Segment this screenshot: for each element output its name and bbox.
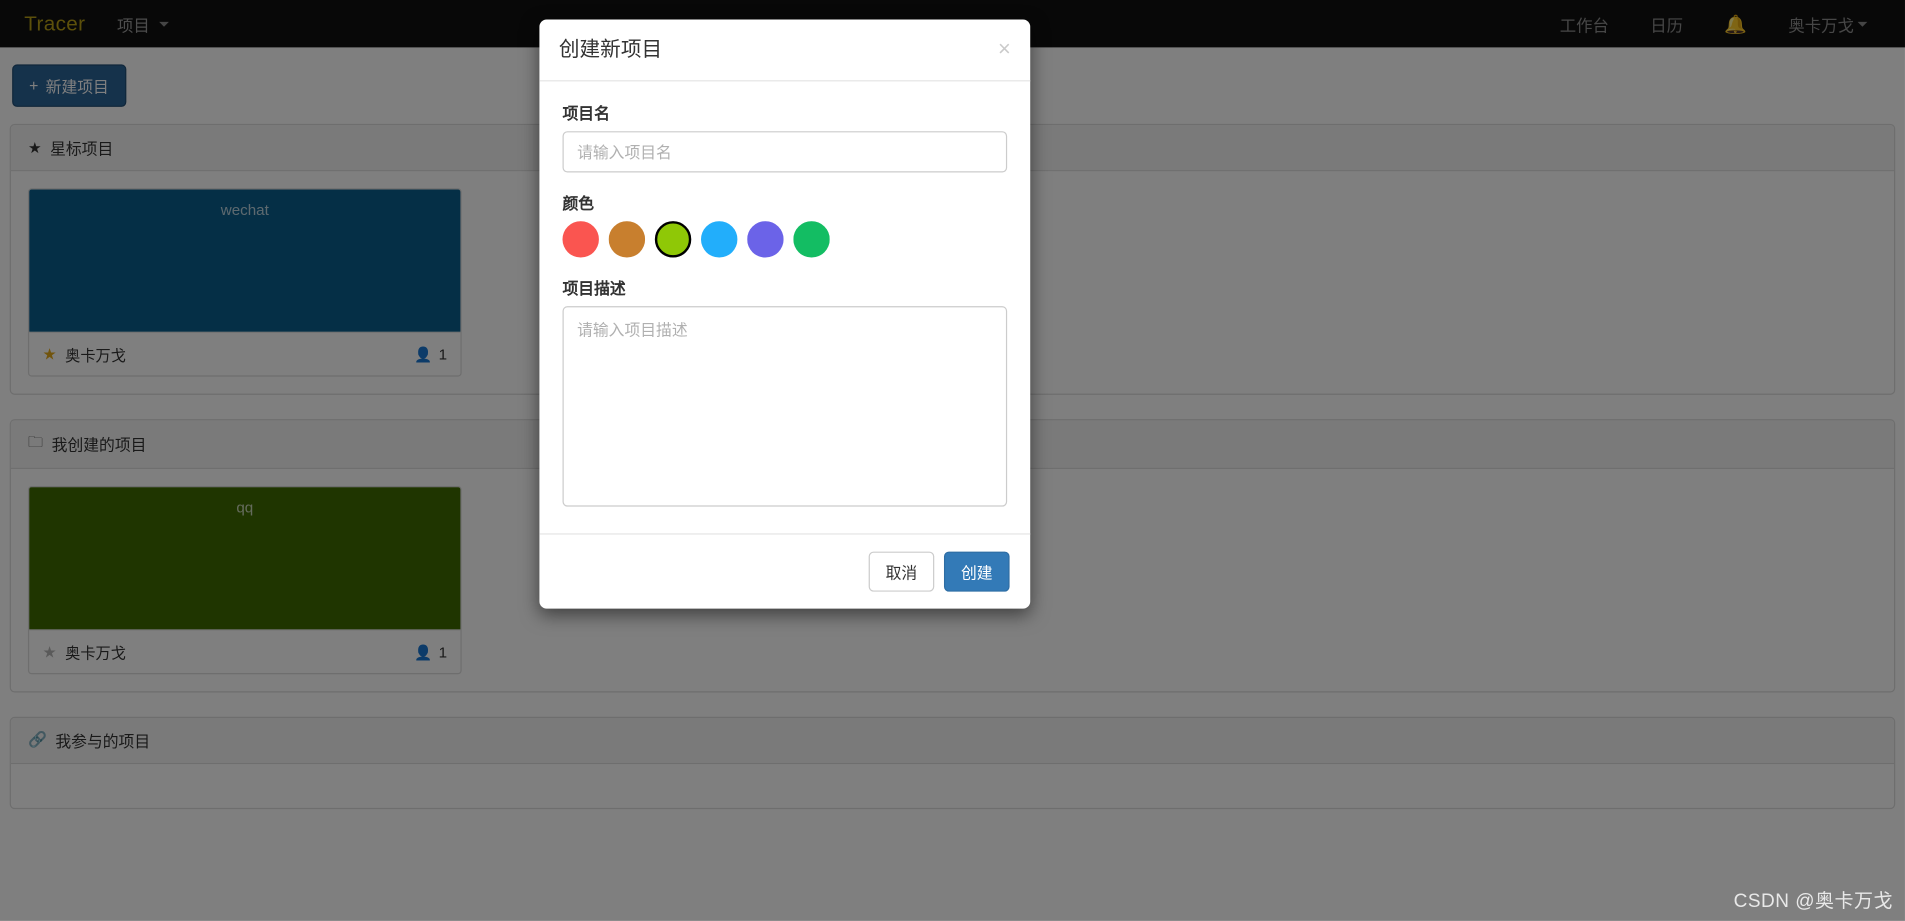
- color-swatch-group: [562, 221, 1007, 259]
- app-root: Tracer 项目 工作台 日历 🔔 奥卡万戈: [0, 0, 1905, 921]
- dialog-footer: 取消 创建: [539, 533, 1031, 609]
- project-name-input[interactable]: [562, 131, 1008, 173]
- dialog-header: 创建新项目 ×: [539, 19, 1031, 82]
- color-swatch-purple[interactable]: [747, 221, 784, 259]
- project-description-label: 项目描述: [562, 279, 626, 299]
- watermark: CSDN @奥卡万戈: [1733, 891, 1893, 912]
- close-icon[interactable]: ×: [998, 38, 1011, 60]
- field-project-name: 项目名: [562, 101, 1008, 173]
- project-name-label: 项目名: [562, 104, 610, 124]
- cancel-button[interactable]: 取消: [868, 552, 935, 593]
- field-project-description: 项目描述: [562, 276, 1008, 513]
- color-swatch-green[interactable]: [793, 221, 830, 259]
- field-project-color: 颜色: [562, 191, 1007, 259]
- create-button[interactable]: 创建: [943, 552, 1010, 593]
- color-swatch-red[interactable]: [562, 221, 599, 259]
- color-swatch-blue[interactable]: [700, 221, 738, 259]
- project-color-label: 颜色: [562, 194, 595, 214]
- project-description-textarea[interactable]: [562, 306, 1008, 508]
- page: Tracer 项目 工作台 日历 🔔 奥卡万戈: [0, 0, 1905, 921]
- color-swatch-lime[interactable]: [654, 221, 692, 259]
- dialog-title: 创建新项目: [558, 37, 663, 61]
- create-project-dialog: 创建新项目 × 项目名 颜色: [539, 19, 1031, 610]
- dialog-body: 项目名 颜色 项目描述: [539, 82, 1030, 534]
- color-swatch-brown[interactable]: [608, 221, 646, 259]
